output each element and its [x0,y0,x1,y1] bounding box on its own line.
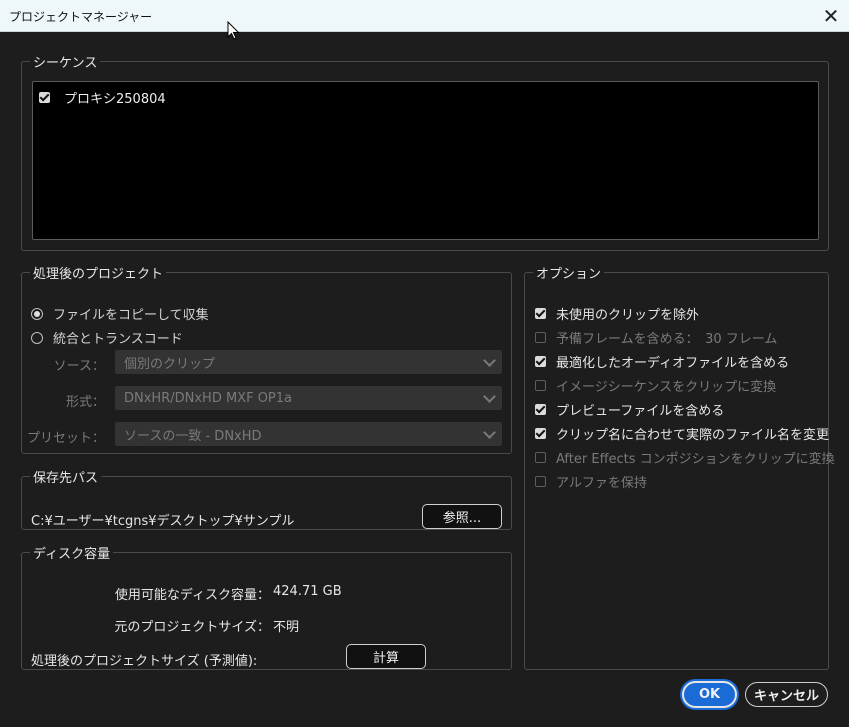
sequence-checkbox[interactable] [39,92,50,103]
chevron-down-icon [483,354,496,367]
option-checkbox[interactable] [535,428,546,439]
option-label: 未使用のクリップを除外 [556,308,700,323]
browse-button[interactable]: 参照... [422,504,502,529]
source-label: ソース： [53,359,105,374]
ok-button[interactable]: OK [682,681,737,708]
cancel-button[interactable]: キャンセル [745,682,828,707]
close-icon[interactable]: ✕ [813,0,849,31]
radio-copy-button[interactable] [31,307,43,320]
radio-copy-label: ファイルをコピーして収集 [53,308,209,323]
option-label: イメージシーケンスをクリップに変換 [556,380,777,395]
option-checkbox[interactable] [535,404,546,415]
option-rename-files[interactable]: クリップ名に合わせて実際のファイル名を変更 [535,424,829,443]
option-label: プレビューファイルを含める [556,404,725,419]
processed-size-label: 処理後のプロジェクトサイズ (予測値): [31,654,258,669]
option-label: クリップ名に合わせて実際のファイル名を変更 [556,428,830,443]
option-label: アルファを保持 [556,476,647,491]
option-checkbox [535,332,546,343]
radio-consolidate-transcode[interactable]: 統合とトランスコード [31,328,183,347]
source-select[interactable]: 個別のクリップ [115,350,502,374]
option-exclude-unused[interactable]: 未使用のクリップを除外 [535,304,699,323]
option-checkbox [535,380,546,391]
title-bar: プロジェクトマネージャー ✕ [0,0,849,32]
window-title: プロジェクトマネージャー [9,10,153,24]
option-label: 予備フレームを含める： 30 フレーム [556,332,778,347]
sequence-label: プロキシ250804 [64,92,166,107]
option-checkbox [535,476,546,487]
disk-space-group: ディスク容量 使用可能なディスク容量： 424.71 GB 元のプロジェクトサイ… [21,543,512,670]
mouse-cursor-icon [227,21,240,40]
option-preview-files[interactable]: プレビューファイルを含める [535,400,724,419]
original-size-value: 不明 [273,620,300,635]
chevron-down-icon [483,426,496,439]
sequences-legend: シーケンス [33,56,98,71]
sequence-list[interactable]: プロキシ250804 [32,81,819,240]
available-space-value: 424.71 GB [273,584,342,599]
radio-copy-collect[interactable]: ファイルをコピーして収集 [31,304,209,323]
option-ae-compositions: After Effects コンポジションをクリップに変換 [535,448,835,467]
destination-group: 保存先パス C:¥ユーザー¥tcgns¥デスクトップ¥サンプル 参照... [21,467,512,530]
destination-legend: 保存先パス [33,471,99,486]
option-handle-frames: 予備フレームを含める： 30 フレーム [535,328,777,347]
preset-select[interactable]: ソースの一致 - DNxHD [115,422,502,446]
calculate-button[interactable]: 計算 [346,644,426,669]
source-value: 個別のクリップ [124,356,216,372]
options-legend: オプション [536,267,602,282]
preset-value: ソースの一致 - DNxHD [124,428,262,444]
preset-label: プリセット： [26,431,105,446]
option-image-sequence: イメージシーケンスをクリップに変換 [535,376,776,395]
format-label: 形式： [65,395,105,410]
radio-transcode-button[interactable] [31,331,43,344]
sequence-item[interactable]: プロキシ250804 [39,88,166,107]
destination-path: C:¥ユーザー¥tcgns¥デスクトップ¥サンプル [31,514,295,529]
disk-space-legend: ディスク容量 [33,547,111,562]
processed-project-legend: 処理後のプロジェクト [33,267,164,282]
sequences-group: シーケンス プロキシ250804 [21,52,829,251]
option-preserve-alpha: アルファを保持 [535,472,647,491]
available-space-label: 使用可能なディスク容量： [114,588,270,603]
processed-project-group: 処理後のプロジェクト ファイルをコピーして収集 統合とトランスコード ソース： … [21,263,512,454]
chevron-down-icon [483,390,496,403]
format-select[interactable]: DNxHR/DNxHD MXF OP1a [115,386,502,410]
option-include-audio[interactable]: 最適化したオーディオファイルを含める [535,352,789,371]
original-size-label: 元のプロジェクトサイズ： [114,620,270,635]
radio-transcode-label: 統合とトランスコード [53,332,183,347]
option-checkbox[interactable] [535,356,546,367]
option-checkbox [535,452,546,463]
option-label: After Effects コンポジションをクリップに変換 [556,452,835,467]
option-checkbox[interactable] [535,308,546,319]
format-value: DNxHR/DNxHD MXF OP1a [124,390,293,406]
options-group: オプション 未使用のクリップを除外 予備フレームを含める： 30 フレーム 最適… [524,263,835,670]
option-label: 最適化したオーディオファイルを含める [556,356,790,371]
